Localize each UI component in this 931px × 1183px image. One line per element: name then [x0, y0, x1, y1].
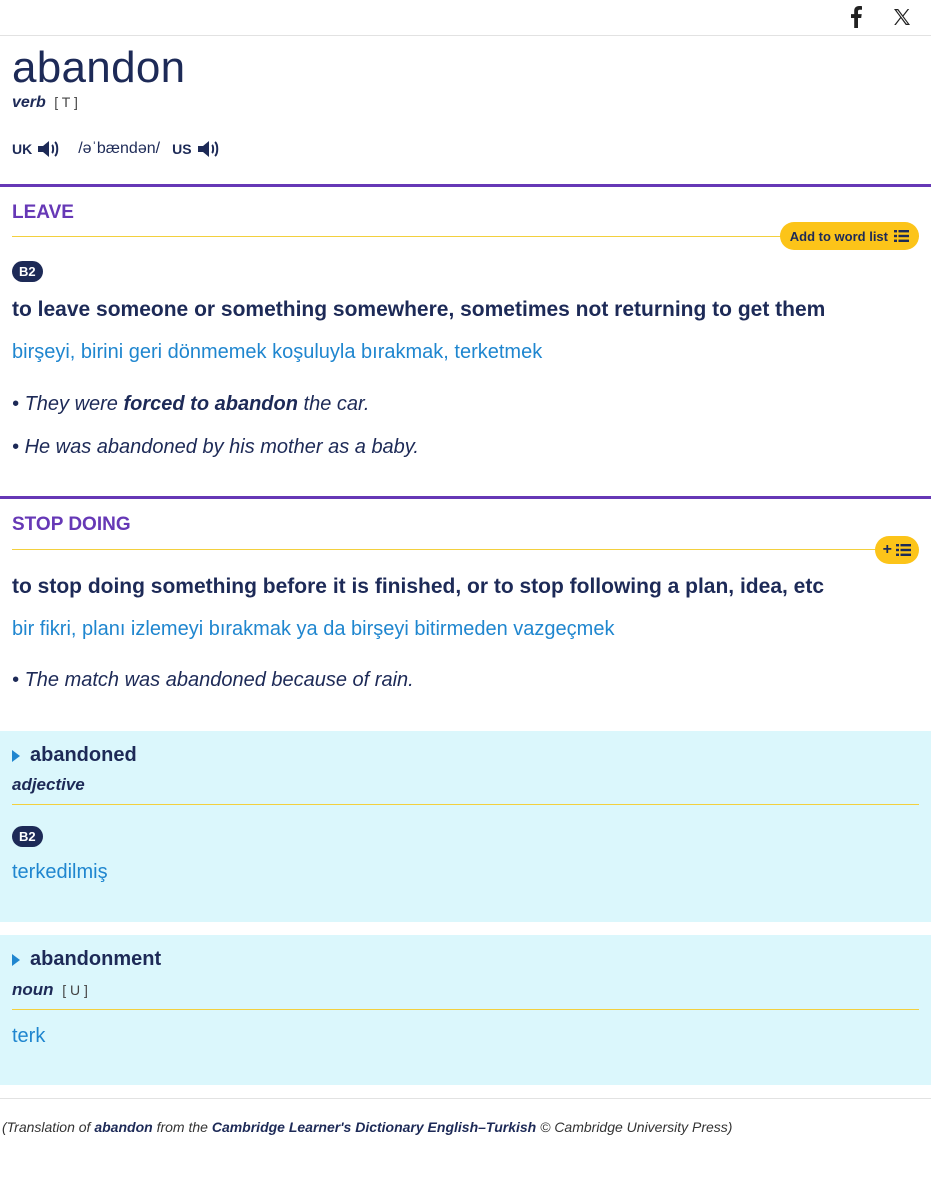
run-on-header[interactable]: abandonment [12, 948, 161, 971]
example-text: the car. [297, 393, 370, 415]
definition: to leave someone or something somewhere,… [12, 298, 826, 321]
definition: to stop doing something before it is fin… [12, 575, 825, 598]
run-on-divider [12, 1009, 919, 1010]
example-highlight: forced to abandon [123, 393, 298, 415]
add-to-word-list-button[interactable]: + [874, 536, 919, 564]
example-text: They were [24, 393, 124, 415]
x-twitter-icon[interactable] [893, 8, 911, 26]
credit-text: (Translation of [2, 1119, 95, 1135]
run-on-abandoned: abandoned adjective B2 terkedilmiş [0, 731, 931, 922]
run-on-pos-line: noun [ U ] [12, 980, 88, 1000]
cefr-level-badge: B2 [12, 261, 43, 282]
us-audio-speaker-icon[interactable] [196, 138, 222, 160]
facebook-icon[interactable] [849, 6, 863, 28]
credit-dictionary: Cambridge Learner's Dictionary English–T… [211, 1119, 537, 1135]
translation-credit: (Translation of abandon from the Cambrid… [2, 1119, 732, 1135]
headword: abandon [12, 43, 186, 92]
sense-stop-doing: STOP DOING + to stop doing something bef… [0, 496, 931, 716]
sense-title: LEAVE [12, 202, 74, 223]
run-on-pos-line: adjective [12, 775, 85, 795]
cefr-level-badge: B2 [12, 826, 43, 847]
share-bar [0, 0, 931, 36]
us-label: US [172, 141, 192, 157]
expand-triangle-icon [12, 749, 20, 762]
example-sentence: • He was abandoned by his mother as a ba… [12, 436, 419, 458]
ipa-transcription: /əˈbændən/ [78, 140, 161, 157]
expand-triangle-icon [12, 953, 20, 966]
plus-icon: + [882, 541, 892, 558]
credit-text: from the [152, 1119, 212, 1135]
part-of-speech: verb [12, 94, 46, 111]
pos-line: verb [ T ] [12, 94, 919, 112]
sense-divider [12, 549, 919, 550]
run-on-abandonment: abandonment noun [ U ] terk [0, 935, 931, 1085]
pronunciation-line: UK /əˈbændən/ US [12, 138, 238, 160]
grammar-code: [ U ] [62, 982, 88, 998]
run-on-divider [12, 804, 919, 805]
sense-leave: LEAVE Add to word list B2 to leave someo… [0, 184, 931, 496]
part-of-speech: noun [12, 980, 54, 999]
run-on-header[interactable]: abandoned [12, 744, 137, 767]
uk-label: UK [12, 141, 33, 157]
entry-header: abandon verb [ T ] [0, 36, 931, 184]
list-icon [896, 544, 911, 556]
example-sentence: • They were forced to abandon the car. [12, 393, 370, 415]
example-text: He was abandoned by his mother as a baby… [24, 436, 419, 458]
translation: birşeyi, birini geri dönmemek koşuluyla … [12, 341, 543, 363]
list-icon [894, 230, 909, 242]
translation: terk [12, 1025, 46, 1047]
part-of-speech: adjective [12, 775, 85, 794]
add-to-word-list-button[interactable]: Add to word list [779, 222, 919, 250]
credit-text: © Cambridge University Press) [536, 1119, 733, 1135]
grammar-code: [ T ] [54, 94, 78, 110]
run-on-word: abandoned [30, 744, 137, 766]
translation: bir fikri, planı izlemeyi bırakmak ya da… [12, 618, 615, 640]
example-text: The match was abandoned because of rain. [24, 669, 414, 691]
example-sentence: • The match was abandoned because of rai… [12, 669, 414, 691]
credit-word: abandon [94, 1119, 153, 1135]
add-to-word-list-label: Add to word list [789, 228, 888, 244]
sense-title: STOP DOING [12, 514, 131, 535]
run-on-word: abandonment [30, 948, 162, 970]
uk-audio-speaker-icon[interactable] [36, 138, 62, 160]
footer-divider [0, 1098, 931, 1099]
translation: terkedilmiş [12, 861, 108, 883]
